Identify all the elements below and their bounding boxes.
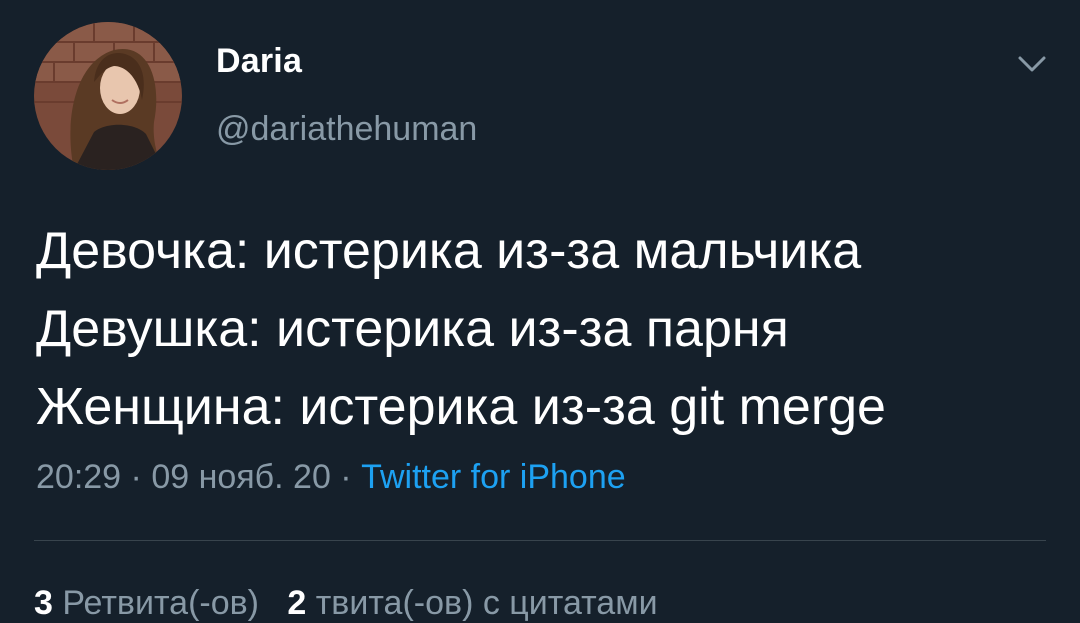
tweet-line: Женщина: истерика из-за git merge (36, 378, 886, 436)
author-display-name[interactable]: Daria (216, 42, 302, 81)
meta-separator: · (121, 458, 152, 496)
tweet-line: Девушка: истерика из-за парня (36, 300, 789, 358)
quotes-stat[interactable]: 2 твита(-ов) с цитатами (287, 584, 657, 622)
quotes-label: твита(-ов) с цитатами (315, 584, 658, 622)
tweet-text: Девочка: истерика из-за мальчика Девушка… (36, 212, 1066, 446)
quotes-count: 2 (287, 584, 307, 622)
tweet-time[interactable]: 20:29 (36, 458, 121, 496)
retweets-count: 3 (34, 584, 53, 622)
tweet-source-link[interactable]: Twitter for iPhone (361, 458, 626, 496)
tweet-line: Девочка: истерика из-за мальчика (36, 222, 862, 280)
retweets-stat[interactable]: 3 Ретвита(-ов) (34, 584, 259, 622)
tweet-date[interactable]: 09 нояб. 20 (151, 458, 331, 496)
tweet-meta: 20:29 · 09 нояб. 20 · Twitter for iPhone (36, 458, 626, 497)
author-handle[interactable]: @dariathehuman (216, 110, 477, 149)
avatar[interactable] (34, 22, 182, 170)
meta-separator: · (330, 458, 362, 496)
retweets-label: Ретвита(-ов) (62, 584, 260, 622)
profile-photo-icon (34, 22, 182, 170)
tweet-options-button[interactable] (1012, 50, 1052, 78)
tweet-stats: 3 Ретвита(-ов) 2 твита(-ов) с цитатами (34, 584, 658, 623)
divider (34, 540, 1046, 541)
chevron-down-icon (1018, 56, 1046, 72)
